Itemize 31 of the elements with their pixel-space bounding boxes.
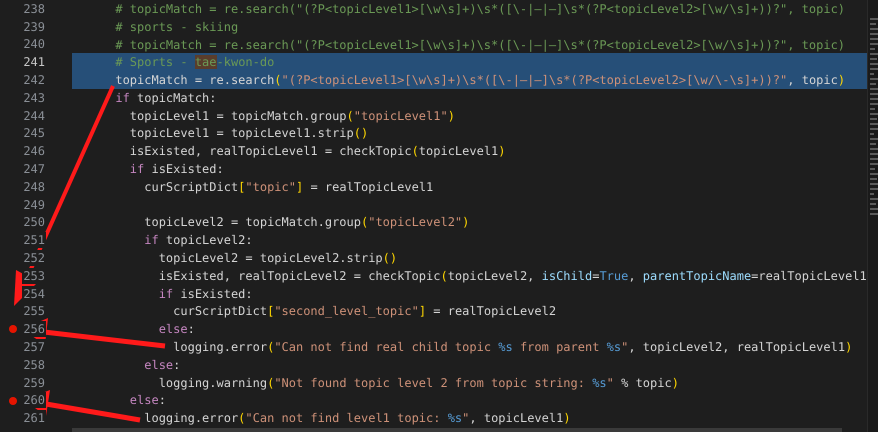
code-line: topicMatch = re.search("(?P<topicLevel1>[\w\s]+)\s*([\-|–|—]\s*(?P<topicLevel2>[\w/\-\s]+))?", topic): [114, 72, 846, 90]
code-line: if topicLevel2:: [143, 232, 253, 250]
breakpoint-dot[interactable]: [9, 325, 17, 334]
code-line: logging.error("Can not find level1 topic: %s", topicLevel1): [143, 410, 571, 428]
code-line: isExisted, realTopicLevel2 = checkTopic(topicLevel2, isChild=True, parentTopicName=realTopicLevel1: [158, 268, 867, 285]
line-number: 252: [22, 250, 46, 266]
code-line: # topicMatch = re.search("(?P<topicLevel1>[\w\s]+)\s*([\-|–|—]\s*(?P<topicLevel2>[\w/\s]+))?", topic): [114, 0, 846, 18]
code-line: if isExisted:: [158, 286, 253, 303]
code-line: topicLevel2 = topicLevel2.strip(): [158, 250, 398, 268]
code-line: else:: [143, 356, 180, 374]
code-line: # Sports - tae-kwon-do: [114, 54, 274, 72]
code-line: logging.error("Can not find real child topic %s from parent %s", topicLevel2, realTopicLevel1): [172, 339, 852, 356]
code-line: topicLevel1 = topicLevel1.strip(): [128, 125, 368, 142]
code-line: else:: [128, 392, 166, 410]
code-line: isExisted, realTopicLevel1 = checkTopic(topicLevel1): [128, 143, 506, 160]
code-line: topicLevel2 = topicMatch.group("topicLevel2"): [143, 214, 470, 232]
line-number: 253: [22, 268, 46, 284]
line-number: 251: [22, 232, 46, 248]
code-line: # sports - skiing: [114, 18, 238, 36]
code-line: curScriptDict["topic"] = realTopicLevel1: [143, 178, 434, 196]
line-number: 260: [22, 392, 46, 408]
code-line: if isExisted:: [128, 161, 224, 178]
code-line: else:: [158, 321, 195, 338]
breakpoint-dot[interactable]: [9, 396, 17, 405]
code-line: # topicMatch = re.search("(?P<topicLevel1>[\w\s]+)\s*([\-|–|—]\s*(?P<topicLevel2>[\w/\s]+))?", topic): [114, 36, 846, 54]
line-number: 256: [22, 321, 46, 338]
code-line: if topicMatch:: [114, 90, 216, 107]
code-line: curScriptDict["second_level_topic"] = realTopicLevel2: [172, 303, 556, 320]
code-line: logging.warning("Not found topic level 2 from topic string: %s" % topic): [158, 374, 679, 392]
code-line: topicLevel1 = topicMatch.group("topicLevel1"): [128, 108, 455, 125]
line-number: 255: [22, 303, 46, 320]
